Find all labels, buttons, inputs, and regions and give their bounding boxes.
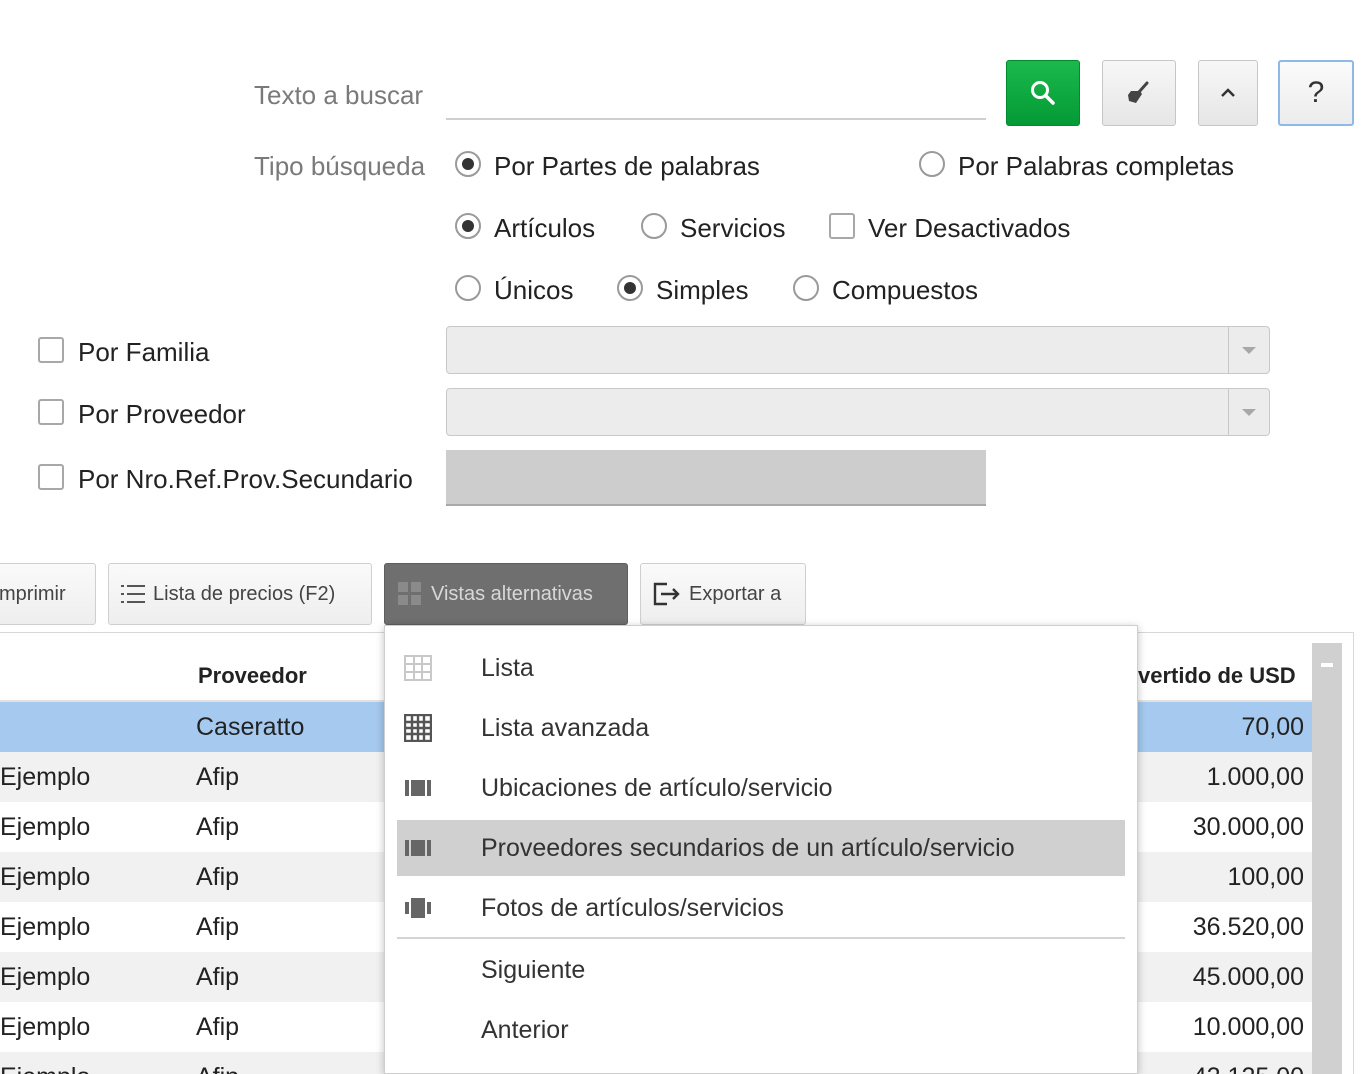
radio-completas-label: Por Palabras completas bbox=[958, 151, 1235, 181]
search-button[interactable] bbox=[1006, 60, 1080, 126]
imprimir-label: mprimir bbox=[0, 582, 66, 605]
radio-simples[interactable] bbox=[617, 275, 643, 301]
radio-compuestos[interactable] bbox=[793, 275, 819, 301]
magnifier-icon bbox=[1031, 81, 1055, 105]
radio-compuestos-label: Compuestos bbox=[832, 275, 978, 305]
grid-scrollbar[interactable] bbox=[1312, 643, 1342, 1074]
menu-item-fotos[interactable]: Fotos de artículos/servicios bbox=[397, 880, 1125, 936]
grid-dark-icon bbox=[403, 713, 433, 743]
radio-servicios[interactable] bbox=[641, 213, 667, 239]
broom-icon bbox=[1128, 81, 1149, 103]
search-label: Texto a buscar bbox=[254, 80, 424, 110]
proveedor-dropdown-arrow[interactable] bbox=[1228, 389, 1269, 435]
imprimir-button[interactable]: mprimir bbox=[0, 563, 96, 625]
carousel-icon bbox=[403, 893, 433, 923]
check-por-nro-ref[interactable] bbox=[38, 464, 64, 490]
lista-precios-button[interactable]: Lista de precios (F2) bbox=[108, 563, 372, 625]
familia-dropdown-arrow[interactable] bbox=[1228, 327, 1269, 373]
grid-light-icon bbox=[403, 653, 433, 683]
export-icon bbox=[653, 582, 680, 606]
chevron-down-icon bbox=[1242, 408, 1256, 416]
list-icon bbox=[121, 585, 145, 603]
radio-completas[interactable] bbox=[919, 151, 945, 177]
vistas-alternativas-label: Vistas alternativas bbox=[431, 582, 593, 605]
menu-item-lista[interactable]: Lista bbox=[397, 640, 1125, 696]
menu-item-ubicaciones[interactable]: Ubicaciones de artículo/servicio bbox=[397, 760, 1125, 816]
proveedor-select[interactable] bbox=[446, 388, 1270, 436]
menu-item-anterior[interactable]: Anterior bbox=[397, 1002, 1125, 1058]
search-underline bbox=[446, 118, 986, 120]
check-ver-desactivados[interactable] bbox=[829, 213, 855, 239]
familia-select[interactable] bbox=[446, 326, 1270, 374]
header-convertido-usd[interactable]: vertido de USD bbox=[1138, 663, 1296, 689]
radio-partes-label: Por Partes de palabras bbox=[494, 151, 760, 181]
radio-servicios-label: Servicios bbox=[680, 213, 786, 243]
check-por-proveedor[interactable] bbox=[38, 399, 64, 425]
search-input[interactable] bbox=[446, 70, 990, 118]
menu-item-lista-avanzada[interactable]: Lista avanzada bbox=[397, 700, 1125, 756]
check-por-proveedor-label: Por Proveedor bbox=[78, 399, 246, 429]
chevron-down-icon bbox=[1242, 346, 1256, 354]
clear-button[interactable] bbox=[1102, 60, 1176, 126]
radio-articulos-label: Artículos bbox=[494, 213, 596, 243]
header-proveedor[interactable]: Proveedor bbox=[198, 663, 307, 689]
nro-ref-input[interactable] bbox=[446, 450, 986, 506]
lista-precios-label: Lista de precios (F2) bbox=[153, 582, 336, 605]
radio-partes[interactable] bbox=[455, 151, 481, 177]
vistas-alternativas-menu: Lista Lista avanzada Ubicaciones de artí… bbox=[384, 625, 1138, 1074]
check-ver-desactivados-label: Ver Desactivados bbox=[868, 213, 1071, 243]
tipo-busqueda-label: Tipo búsqueda bbox=[254, 151, 426, 181]
exportar-label: Exportar a bbox=[689, 582, 782, 605]
menu-item-siguiente[interactable]: Siguiente bbox=[397, 942, 1125, 998]
radio-simples-label: Simples bbox=[656, 275, 749, 305]
check-por-familia-label: Por Familia bbox=[78, 337, 210, 367]
view-icon bbox=[403, 773, 433, 803]
menu-item-proveedores-secundarios[interactable]: Proveedores secundarios de un artículo/s… bbox=[397, 820, 1125, 876]
view-icon bbox=[403, 833, 433, 863]
exportar-button[interactable]: Exportar a bbox=[640, 563, 806, 625]
radio-articulos[interactable] bbox=[455, 213, 481, 239]
collapse-button[interactable] bbox=[1198, 60, 1258, 126]
views-icon bbox=[398, 582, 421, 605]
radio-unicos[interactable] bbox=[455, 275, 481, 301]
vistas-alternativas-button[interactable]: Vistas alternativas bbox=[384, 563, 628, 625]
help-button[interactable]: ? bbox=[1278, 60, 1354, 126]
menu-separator bbox=[397, 937, 1125, 939]
check-por-familia[interactable] bbox=[38, 337, 64, 363]
chevron-up-icon bbox=[1221, 88, 1235, 97]
radio-unicos-label: Únicos bbox=[494, 275, 574, 305]
scrollbar-handle[interactable] bbox=[1321, 663, 1333, 667]
check-por-nro-ref-label: Por Nro.Ref.Prov.Secundario bbox=[78, 464, 413, 494]
